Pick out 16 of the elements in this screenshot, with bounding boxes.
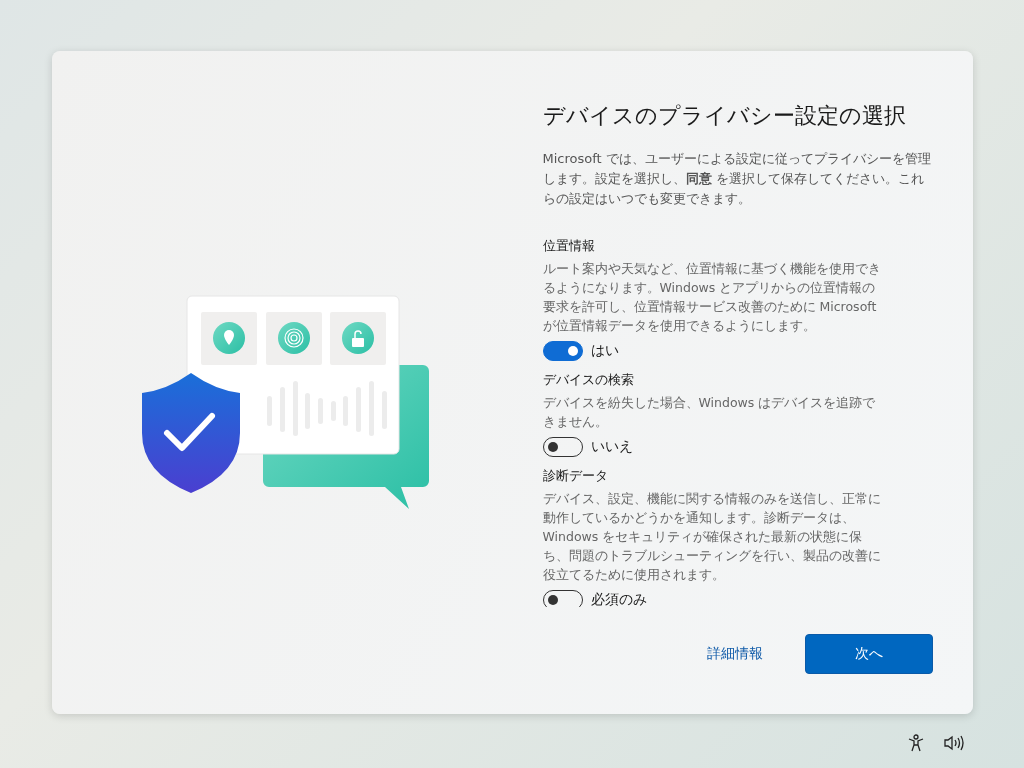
dialog-title: デバイスのプライバシー設定の選択 bbox=[542, 102, 907, 130]
speaker-icon[interactable] bbox=[944, 735, 964, 751]
accessibility-icon[interactable] bbox=[908, 734, 924, 752]
setting-title: 診断データ bbox=[542, 467, 609, 485]
setting-description: ルート案内や天気など、位置情報に基づく機能を使用できるようになります。Windows とアプリからの位置情報の要求を許可し、位置情報サービス改善のために Microsoft が位置情報データを使用できるようにします。 bbox=[542, 260, 882, 335]
setting-title: 位置情報 bbox=[542, 237, 596, 255]
next-button[interactable]: 次へ bbox=[804, 634, 933, 674]
setting-description: デバイス、設定、機能に関する情報のみを送信し、正常に動作しているかどうかを通知します。診断データは、Windows をセキュリティが確保された最新の状態に保ち、問題のトラブルシューティングを行い、製品の改善に役立てるために使用されます。 bbox=[542, 490, 882, 584]
intro-text: Microsoft では、ユーザーによる設定に従ってプライバシーを管理します。設定を選択し、同意 を選択して保存してください。これらの設定はいつでも変更できます。 bbox=[542, 150, 932, 208]
toggle-label: 必須のみ bbox=[590, 591, 647, 607]
learn-more-link[interactable]: 詳細情報 bbox=[706, 645, 763, 663]
toggle-label: はい bbox=[590, 342, 619, 360]
setting-title: デバイスの検索 bbox=[542, 371, 635, 389]
setting-description: デバイスを紛失した場合、Windows はデバイスを追跡できません。 bbox=[542, 394, 877, 431]
toggle-switch[interactable] bbox=[542, 341, 583, 361]
toggle-label: いいえ bbox=[590, 438, 633, 456]
